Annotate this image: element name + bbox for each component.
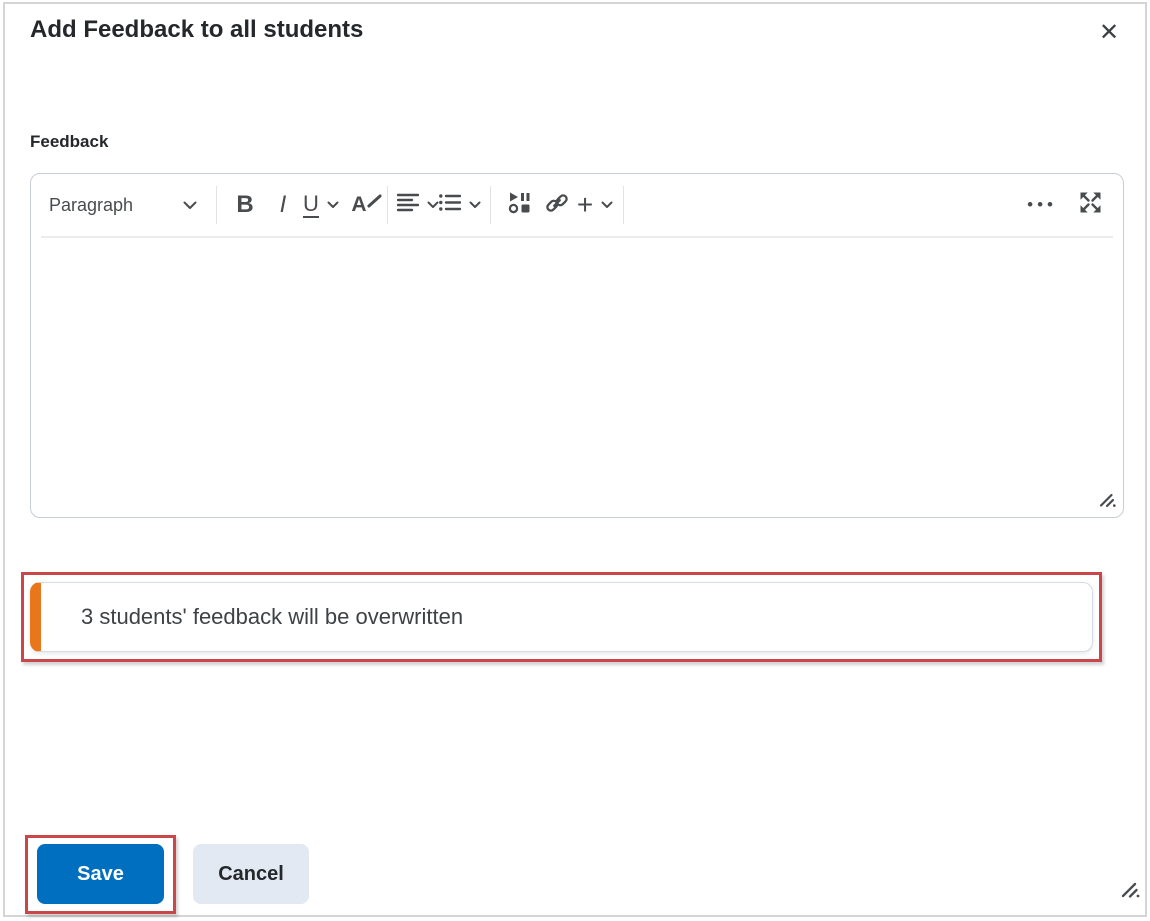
warning-message: 3 students' feedback will be overwritten: [81, 604, 464, 629]
toolbar-separator: [216, 186, 217, 224]
paragraph-format-label: Paragraph: [49, 194, 134, 215]
font-color-pen-icon: [366, 193, 383, 209]
toolbar-separator: [490, 186, 491, 224]
save-button[interactable]: Save: [37, 844, 164, 904]
font-color-icon: A: [351, 193, 367, 216]
chevron-down-icon: [327, 201, 339, 209]
chevron-down-icon: [427, 201, 439, 209]
dialog-title: Add Feedback to all students: [30, 16, 364, 43]
cancel-button[interactable]: Cancel: [193, 844, 309, 904]
insert-link-button[interactable]: [538, 184, 576, 226]
align-left-icon: [396, 193, 420, 217]
toolbar-separator: [623, 186, 624, 224]
fullscreen-button[interactable]: [1071, 184, 1109, 226]
toolbar-divider: [41, 236, 1113, 238]
editor-toolbar: Paragraph B I U A + •••: [31, 174, 1123, 236]
bullet-list-icon: [439, 194, 462, 216]
chevron-down-icon: [601, 201, 613, 209]
paragraph-format-dropdown[interactable]: Paragraph: [45, 184, 203, 226]
close-icon: ✕: [1098, 18, 1120, 46]
insert-stuff-button[interactable]: [500, 184, 538, 226]
italic-icon: I: [279, 191, 287, 218]
resize-grip-icon: [1098, 493, 1117, 513]
feedback-label: Feedback: [30, 132, 109, 151]
underline-icon: U: [303, 191, 319, 218]
chevron-down-icon: [469, 201, 481, 209]
insert-stuff-icon: [508, 191, 531, 219]
more-actions-button[interactable]: •••: [1027, 184, 1071, 226]
chevron-down-icon: [183, 201, 197, 210]
alignment-dropdown-button[interactable]: [396, 184, 439, 226]
dialog-resize-handle[interactable]: [1120, 879, 1141, 905]
bold-button[interactable]: B: [226, 184, 264, 226]
warning-banner: 3 students' feedback will be overwritten: [30, 582, 1093, 652]
link-icon: [545, 191, 569, 220]
italic-button[interactable]: I: [264, 184, 302, 226]
close-button[interactable]: ✕: [1091, 14, 1127, 50]
toolbar-separator: [387, 186, 388, 224]
insert-more-dropdown-button[interactable]: +: [576, 184, 614, 226]
resize-grip-icon: [1120, 882, 1141, 904]
feedback-text-area[interactable]: [31, 236, 1123, 486]
font-color-button[interactable]: A: [340, 184, 383, 226]
bold-icon: B: [236, 191, 254, 218]
ellipsis-icon: •••: [1027, 195, 1057, 214]
rich-text-editor: Paragraph B I U A + •••: [30, 173, 1124, 518]
list-dropdown-button[interactable]: [439, 184, 481, 226]
add-feedback-dialog: Add Feedback to all students ✕ Feedback …: [3, 2, 1147, 917]
expand-icon: [1079, 191, 1102, 219]
underline-dropdown-button[interactable]: U: [302, 184, 340, 226]
editor-resize-handle[interactable]: [1098, 490, 1117, 514]
plus-icon: +: [576, 189, 594, 220]
